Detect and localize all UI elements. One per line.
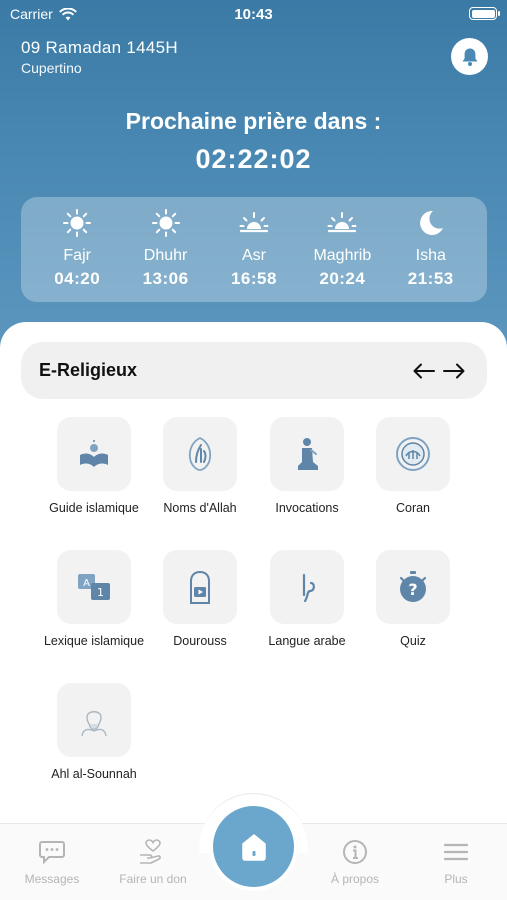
- tile-dourouss[interactable]: Dourouss: [147, 550, 253, 650]
- translate-icon: A1: [78, 574, 110, 600]
- tile-label: Invocations: [275, 501, 339, 515]
- menu-icon: [443, 843, 469, 861]
- scholar-sketch-icon: [81, 711, 107, 737]
- tab-label: Plus: [444, 872, 468, 886]
- arrow-right-icon: [443, 363, 465, 378]
- tile-ahl-al-sounnah[interactable]: Ahl al-Sounnah: [41, 683, 147, 783]
- arrow-left-icon: [413, 363, 435, 378]
- home-button[interactable]: [209, 802, 298, 891]
- moon-icon: [419, 210, 443, 235]
- tab-label: Messages: [24, 872, 80, 886]
- tile-label: Quiz: [400, 634, 426, 648]
- sun-icon: [63, 209, 92, 237]
- calligraphy-icon: [188, 436, 212, 471]
- tile-label: Noms d'Allah: [163, 501, 237, 515]
- tab-messages[interactable]: Messages: [2, 838, 102, 886]
- praying-person-icon: [298, 438, 318, 470]
- notifications-button[interactable]: [451, 38, 488, 75]
- info-icon: [343, 840, 367, 864]
- open-book-icon: [80, 440, 108, 467]
- arabic-letter-icon: [302, 573, 315, 603]
- prayer-time: 04:20: [54, 269, 101, 288]
- tile-label: Ahl al-Sounnah: [51, 767, 137, 781]
- stopwatch-question-icon: ?: [399, 571, 427, 602]
- prayer-name: Maghrib: [313, 247, 372, 264]
- chat-bubble-icon: [39, 841, 65, 864]
- next-prayer-label: Prochaine prière dans :: [125, 108, 382, 134]
- prayer-dhuhr[interactable]: Dhuhr 13:06: [125, 197, 207, 302]
- tab-label: Faire un don: [119, 872, 187, 886]
- city-name: Cupertino: [21, 60, 82, 76]
- video-lesson-icon: [190, 570, 210, 604]
- prayer-maghrib[interactable]: Maghrib 20:24: [301, 197, 383, 302]
- tile-noms-allah[interactable]: Noms d'Allah: [147, 417, 253, 517]
- quran-medallion-icon: [396, 437, 430, 471]
- tile-label: Dourouss: [173, 634, 227, 648]
- hijri-date: 09 Ramadan 1445H: [21, 38, 178, 57]
- tile-lexique-islamique[interactable]: A1 Lexique islamique: [41, 550, 147, 650]
- bell-icon: [462, 48, 477, 66]
- tile-coran[interactable]: Coran: [360, 417, 466, 517]
- battery-icon: [469, 7, 500, 20]
- prayer-name: Fajr: [63, 247, 91, 264]
- tab-about[interactable]: À propos: [305, 838, 405, 886]
- svg-text:A: A: [83, 578, 90, 589]
- tile-quiz[interactable]: ? Quiz: [360, 550, 466, 650]
- svg-text:?: ?: [408, 580, 417, 599]
- prayer-name: Isha: [415, 247, 446, 264]
- tile-label: Langue arabe: [268, 634, 346, 648]
- prayer-asr[interactable]: Asr 16:58: [213, 197, 295, 302]
- tab-donate[interactable]: Faire un don: [103, 838, 203, 886]
- sunset-icon: [239, 212, 269, 233]
- tile-label: Guide islamique: [49, 501, 139, 515]
- next-button[interactable]: [439, 356, 469, 386]
- home-icon: [241, 833, 266, 861]
- tile-label: Coran: [395, 501, 431, 515]
- status-time: 10:43: [234, 6, 273, 23]
- prayer-times-card: Fajr 04:20 Dhuhr 13:06 Asr 16:58 Maghrib…: [21, 197, 487, 302]
- prayer-name: Asr: [241, 247, 266, 264]
- tile-invocations[interactable]: Invocations: [254, 417, 360, 517]
- prayer-time: 20:24: [319, 269, 366, 288]
- previous-button[interactable]: [409, 356, 439, 386]
- tab-more[interactable]: Plus: [406, 838, 506, 886]
- prayer-time: 13:06: [142, 269, 189, 288]
- section-header: E-Religieux: [21, 342, 487, 399]
- svg-text:1: 1: [97, 586, 104, 599]
- prayer-time: 16:58: [230, 269, 277, 288]
- sun-icon: [151, 209, 180, 237]
- tab-label: À propos: [330, 872, 380, 886]
- sunset-icon: [327, 212, 357, 233]
- prayer-isha[interactable]: Isha 21:53: [390, 197, 472, 302]
- prayer-fajr[interactable]: Fajr 04:20: [36, 197, 118, 302]
- tile-guide-islamique[interactable]: Guide islamique: [41, 417, 147, 517]
- tile-label: Lexique islamique: [43, 634, 145, 648]
- countdown-timer: 02:22:02: [195, 144, 312, 174]
- status-bar: Carrier 10:43: [0, 0, 507, 30]
- section-title: E-Religieux: [39, 360, 138, 380]
- prayer-time: 21:53: [407, 269, 454, 288]
- tile-langue-arabe[interactable]: Langue arabe: [254, 550, 360, 650]
- hand-heart-icon: [140, 839, 161, 864]
- header: Carrier 10:43 09 Ramadan 1445H Cupertino…: [0, 0, 507, 360]
- prayer-name: Dhuhr: [143, 247, 188, 264]
